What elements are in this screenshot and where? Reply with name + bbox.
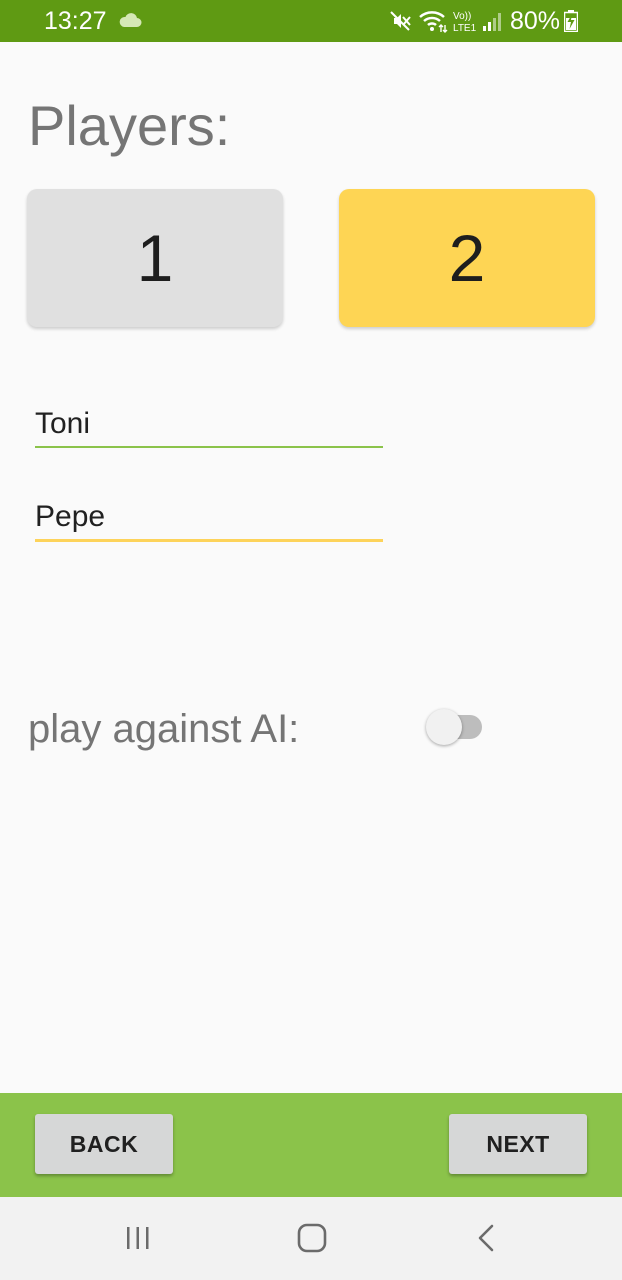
- page-title: Players:: [28, 94, 231, 157]
- recents-icon[interactable]: [120, 1224, 156, 1252]
- bottom-action-bar: BACK NEXT: [0, 1093, 622, 1197]
- mute-icon: [390, 11, 411, 31]
- player-count-2-button[interactable]: 2: [339, 189, 595, 327]
- next-button[interactable]: NEXT: [449, 1114, 587, 1174]
- home-icon[interactable]: [295, 1221, 329, 1255]
- cloud-icon: [119, 13, 142, 27]
- volte-lte-icon: Vo)) LTE1: [453, 11, 477, 33]
- ai-toggle-switch[interactable]: [426, 709, 484, 745]
- ai-toggle-label: play against AI:: [28, 707, 300, 751]
- svg-text:LTE1: LTE1: [453, 23, 477, 33]
- back-icon[interactable]: [472, 1222, 502, 1254]
- player-2-name-input[interactable]: [35, 495, 383, 542]
- toggle-thumb: [426, 709, 462, 745]
- battery-percent: 80%: [510, 7, 561, 35]
- player-count-1-button[interactable]: 1: [27, 189, 283, 327]
- wifi-icon: [419, 11, 448, 33]
- status-bar: 13:27 Vo)) LTE1 80%: [0, 0, 622, 42]
- signal-icon: [483, 13, 501, 31]
- battery-charging-icon: [564, 10, 578, 32]
- svg-text:Vo)): Vo)): [453, 11, 471, 22]
- player-1-name-input[interactable]: [35, 402, 383, 448]
- status-time: 13:27: [44, 7, 107, 35]
- back-button[interactable]: BACK: [35, 1114, 173, 1174]
- system-nav-bar: [0, 1197, 622, 1280]
